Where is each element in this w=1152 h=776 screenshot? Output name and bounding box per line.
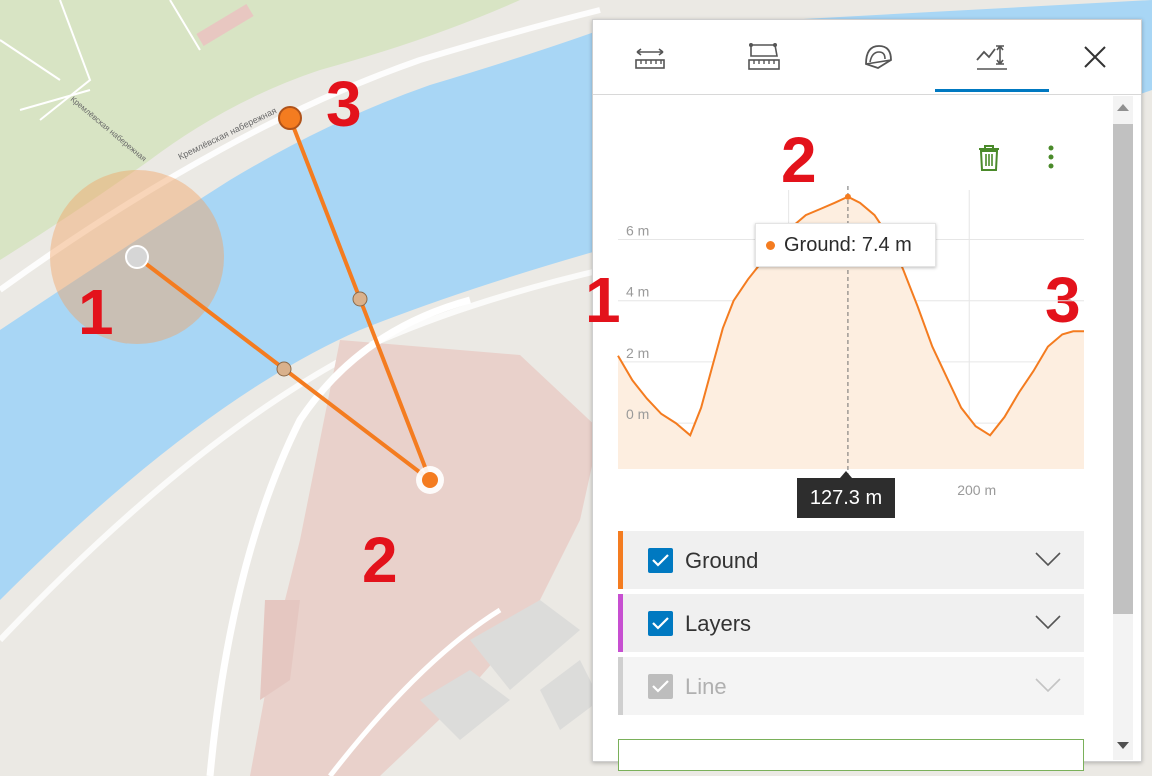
- legend-row-ground[interactable]: Ground: [618, 531, 1084, 589]
- legend-label: Layers: [685, 611, 752, 636]
- annotation-1: 1: [78, 276, 114, 348]
- legend-label: Ground: [685, 548, 759, 573]
- annotation-3: 3: [326, 68, 362, 140]
- cursor-point: [422, 472, 438, 488]
- ground-checkbox[interactable]: [648, 548, 673, 573]
- annotation-2: 2: [362, 524, 398, 596]
- y-tick-label: 6 m: [626, 223, 649, 239]
- legend-row-layers[interactable]: Layers: [618, 594, 1084, 652]
- line-checkbox: [648, 674, 673, 699]
- legend-row-line: Line: [618, 657, 1084, 715]
- y-tick-label: 0 m: [626, 406, 649, 422]
- chevron-down-icon: [1035, 678, 1061, 693]
- chevron-down-icon[interactable]: [1034, 614, 1062, 630]
- scroll-up-arrow-icon[interactable]: [1117, 104, 1129, 111]
- chevron-down-icon[interactable]: [1034, 551, 1062, 567]
- y-tick-label: 2 m: [626, 345, 649, 361]
- legend-label: Line: [685, 674, 727, 699]
- series-color-bar: [618, 594, 623, 652]
- tooltip-text: Ground: 7.4 m: [784, 233, 912, 256]
- midpoint-handle[interactable]: [352, 291, 368, 307]
- check-icon: [652, 680, 669, 693]
- cursor-marker: [844, 193, 851, 200]
- layers-checkbox[interactable]: [648, 611, 673, 636]
- settings-box[interactable]: [618, 739, 1084, 771]
- scroll-thumb[interactable]: [1113, 124, 1133, 614]
- scrollbar[interactable]: [1113, 96, 1133, 760]
- midpoint-handle[interactable]: [276, 361, 292, 377]
- check-icon: [652, 554, 669, 567]
- vertex-handle[interactable]: [278, 106, 302, 130]
- elevation-profile-panel: 2 1 3 0 m2 m4 m6 m 200 m Ground: 7.4 m 12…: [585, 19, 1142, 771]
- vertex-handle[interactable]: [125, 245, 149, 269]
- scroll-down-arrow-icon[interactable]: [1117, 742, 1129, 749]
- x-readout: 127.3 m: [797, 471, 895, 518]
- y-tick-label: 4 m: [626, 284, 649, 300]
- elevation-profile-chart[interactable]: 0 m 2 m 4 m 6 m 200 m: [593, 20, 1113, 520]
- series-color-bar: [618, 657, 623, 715]
- x-tick-label: 200 m: [957, 482, 996, 498]
- chart-tooltip: Ground: 7.4 m: [755, 223, 936, 267]
- series-color-bar: [618, 531, 623, 589]
- series-dot: [766, 240, 775, 250]
- check-icon: [652, 617, 669, 630]
